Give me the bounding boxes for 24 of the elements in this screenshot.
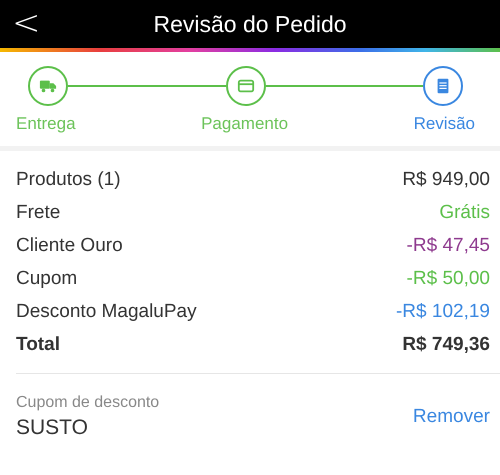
screen-title: Revisão do Pedido <box>153 10 347 38</box>
summary-label: Frete <box>16 201 60 225</box>
step-circle[interactable] <box>28 66 68 106</box>
summary-value: -R$ 50,00 <box>406 267 490 291</box>
step-label: Pagamento <box>201 114 288 134</box>
summary-value: -R$ 102,19 <box>396 300 490 324</box>
summary-value: R$ 949,00 <box>402 168 490 192</box>
step-label: Revisão <box>414 114 475 134</box>
card-icon <box>236 77 254 95</box>
summary-label: Desconto MagaluPay <box>16 300 197 324</box>
step-label: Entrega <box>16 114 76 134</box>
step-circle[interactable] <box>423 66 463 106</box>
back-button[interactable]: < <box>8 4 44 42</box>
remove-link[interactable]: Remover <box>412 406 490 428</box>
summary-value: Grátis <box>439 201 490 225</box>
summary-label: Cliente Ouro <box>16 234 123 258</box>
summary-label: Produtos (1) <box>16 168 121 192</box>
summary-value: -R$ 47,45 <box>406 234 490 258</box>
coupon-label: Cupom de desconto <box>16 394 160 412</box>
step-circle[interactable] <box>226 66 266 106</box>
total-value: R$ 749,36 <box>402 333 490 357</box>
total-label: Total <box>16 333 60 357</box>
summary-label: Cupom <box>16 267 78 291</box>
coupon-code: SUSTO <box>16 416 89 440</box>
